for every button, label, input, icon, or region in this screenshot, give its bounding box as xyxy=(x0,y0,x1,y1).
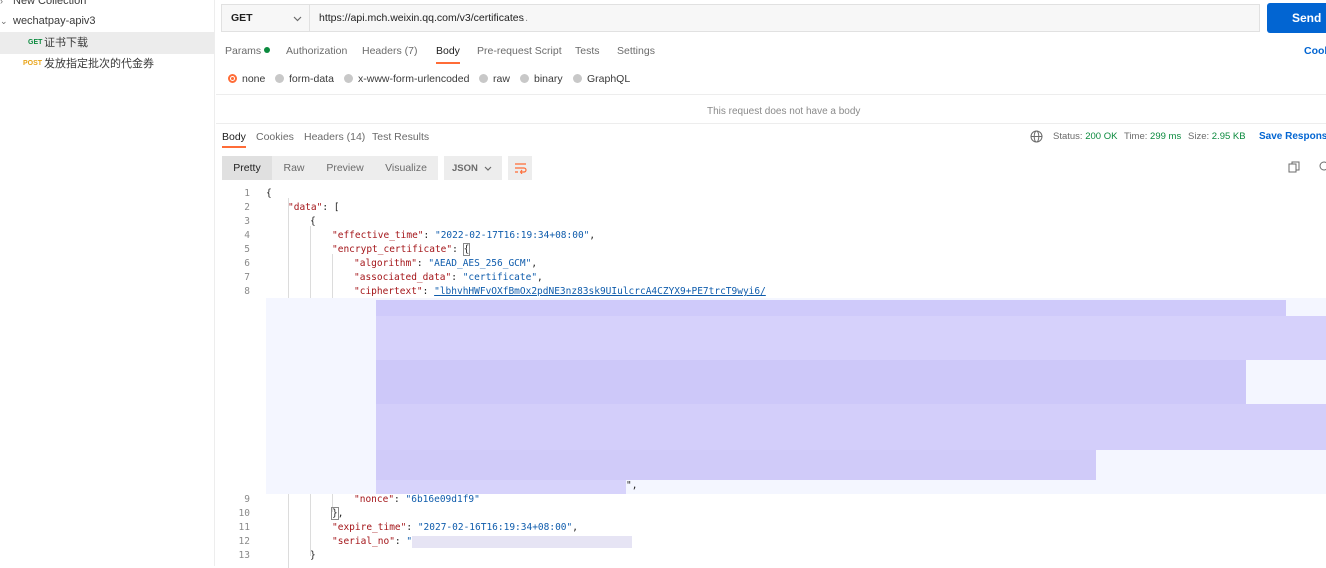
chevron-down-icon xyxy=(484,166,492,171)
radio-icon xyxy=(520,74,529,83)
wrap-lines-button[interactable] xyxy=(508,156,532,180)
params-active-dot xyxy=(264,47,271,53)
radio-icon xyxy=(275,74,284,83)
url-input[interactable]: https://api.mch.weixin.qq.com/v3/certifi… xyxy=(309,4,1260,32)
response-body-code[interactable]: 1 { 2 "data": [ 3 { 4 "effective_time": … xyxy=(216,186,1326,568)
chevron-down-icon: ⌄ xyxy=(0,16,8,26)
radio-selected-icon xyxy=(228,74,237,83)
wrap-icon xyxy=(515,163,527,174)
sidebar-request-get-cert[interactable]: GET 证书下载 xyxy=(0,32,214,54)
view-preview[interactable]: Preview xyxy=(316,156,374,180)
redacted-block xyxy=(412,536,632,548)
method-select[interactable]: GET xyxy=(221,4,309,32)
redacted-block xyxy=(376,300,1286,316)
view-raw[interactable]: Raw xyxy=(272,156,316,180)
tab-tests[interactable]: Tests xyxy=(575,44,600,62)
response-time: Time: 299 ms xyxy=(1124,131,1182,142)
radio-icon xyxy=(573,74,582,83)
sidebar-collection-wechatpay[interactable]: ⌄ wechatpay-apiv3 xyxy=(0,10,214,32)
tab-params[interactable]: Params xyxy=(225,44,271,62)
tab-settings[interactable]: Settings xyxy=(617,44,655,62)
redacted-block xyxy=(376,404,1326,450)
globe-icon[interactable] xyxy=(1030,130,1044,143)
radio-none[interactable]: none xyxy=(228,73,265,85)
chevron-down-icon xyxy=(293,16,302,22)
response-tab-cookies[interactable]: Cookies xyxy=(256,130,294,146)
redacted-block xyxy=(376,316,1326,360)
view-visualize[interactable]: Visualize xyxy=(374,156,438,180)
response-size: Size: 2.95 KB xyxy=(1188,131,1246,142)
tab-pre-request-script[interactable]: Pre-request Script xyxy=(477,44,562,62)
response-tab-body[interactable]: Body xyxy=(222,130,246,148)
redacted-block xyxy=(376,480,626,494)
request-body-empty: This request does not have a body xyxy=(216,94,1326,124)
send-button[interactable]: Send xyxy=(1267,3,1326,33)
copy-icon[interactable] xyxy=(1288,161,1300,173)
response-status: Status: 200 OK xyxy=(1053,131,1118,142)
sidebar-request-post-coupon[interactable]: POST 发放指定批次的代金券 xyxy=(0,53,214,75)
view-pretty[interactable]: Pretty xyxy=(222,156,272,180)
search-icon[interactable] xyxy=(1318,161,1326,173)
radio-icon xyxy=(479,74,488,83)
save-response-button[interactable]: Save Response xyxy=(1259,131,1326,142)
tab-headers[interactable]: Headers (7) xyxy=(362,44,417,62)
radio-raw[interactable]: raw xyxy=(479,73,510,85)
tab-authorization[interactable]: Authorization xyxy=(286,44,347,62)
radio-icon xyxy=(344,74,353,83)
sidebar: › New Collection ⌄ wechatpay-apiv3 GET 证… xyxy=(0,0,215,566)
redacted-block xyxy=(376,450,1096,480)
radio-x-www-form-urlencoded[interactable]: x-www-form-urlencoded xyxy=(344,73,469,85)
tab-body[interactable]: Body xyxy=(436,44,460,64)
redacted-block xyxy=(376,360,1246,404)
radio-graphql[interactable]: GraphQL xyxy=(573,73,630,85)
format-select[interactable]: JSON xyxy=(444,156,502,180)
radio-form-data[interactable]: form-data xyxy=(275,73,334,85)
response-tab-test-results[interactable]: Test Results xyxy=(372,130,429,146)
radio-binary[interactable]: binary xyxy=(520,73,563,85)
cookies-link[interactable]: Cook xyxy=(1304,44,1326,62)
response-tab-headers[interactable]: Headers (14) xyxy=(304,130,365,146)
